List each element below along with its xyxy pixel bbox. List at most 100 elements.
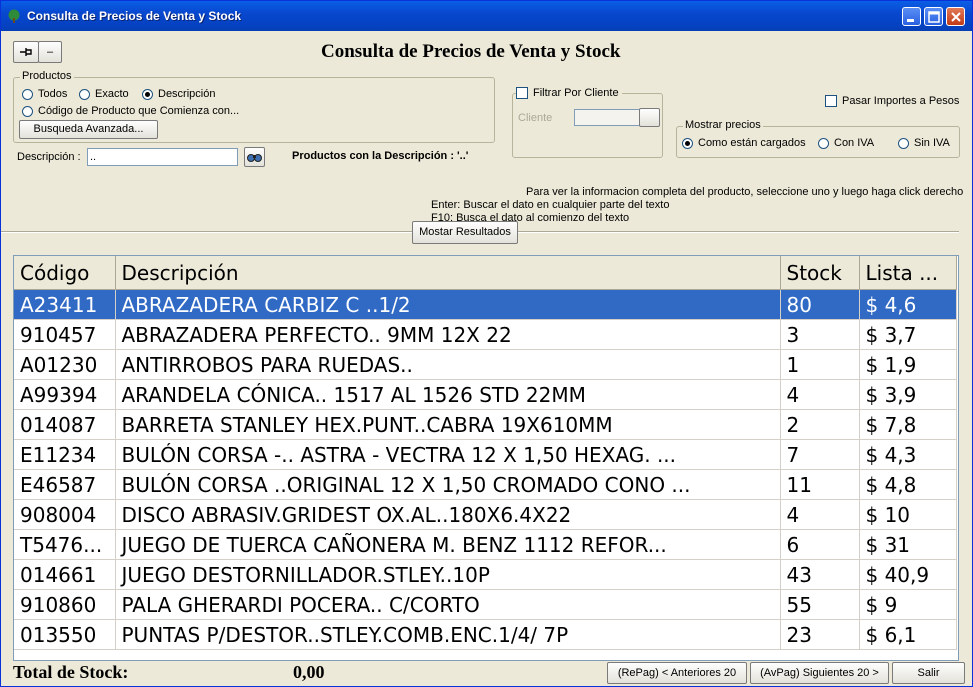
minimize-button[interactable] <box>902 7 921 26</box>
tree-icon <box>8 9 20 23</box>
client-area: – Consulta de Precios de Venta y Stock P… <box>1 31 972 686</box>
page-title: Consulta de Precios de Venta y Stock <box>321 41 621 62</box>
busqueda-avanzada-button[interactable]: Busqueda Avanzada... <box>19 120 158 139</box>
table-row[interactable]: E46587 BULÓN CORSA ..ORIGINAL 12 X 1,50 C… <box>14 469 957 500</box>
salir-button[interactable]: Salir <box>892 662 965 684</box>
cell-codigo: 014661 <box>14 559 116 590</box>
cell-codigo: E46587 <box>14 469 116 500</box>
col-header-lista[interactable]: Lista ... <box>859 256 957 290</box>
pin-icon <box>20 48 32 56</box>
close-button[interactable] <box>946 7 965 26</box>
total-stock-label: Total de Stock: <box>13 662 129 682</box>
cell-stock: 7 <box>780 439 860 470</box>
app-window: Consulta de Precios de Venta y Stock – C… <box>0 0 973 687</box>
col-header-codigo[interactable]: Código <box>14 256 116 290</box>
table-row[interactable]: 014087 BARRETA STANLEY HEX.PUNT..CABRA 19… <box>14 409 957 440</box>
cell-codigo: A23411 <box>14 289 116 320</box>
table-row[interactable]: 910457 ABRAZADERA PERFECTO.. 9MM 12X 22 3 $… <box>14 319 957 350</box>
pin-button[interactable] <box>13 41 39 63</box>
divider <box>1 231 413 233</box>
minus-button[interactable]: – <box>38 41 62 63</box>
cell-descripcion: ABRAZADERA CARBIZ C ..1/2 <box>115 289 781 320</box>
table-row[interactable]: A23411 ABRAZADERA CARBIZ C ..1/2 80 $ 4,6 <box>14 289 957 320</box>
result-description-text: Productos con la Descripción : '..' <box>292 150 469 162</box>
cell-descripcion: ARANDELA CÓNICA.. 1517 AL 1526 STD 22MM <box>115 379 781 410</box>
radio-todos[interactable]: Todos <box>22 88 67 100</box>
cell-codigo: E11234 <box>14 439 116 470</box>
cliente-label: Cliente <box>518 112 553 124</box>
radio-descripcion[interactable]: Descripción <box>142 88 215 100</box>
cell-descripcion: PUNTAS P/DESTOR..STLEY.COMB.ENC.1/4/ 7P <box>115 619 781 650</box>
cell-lista: $ 4,3 <box>859 439 957 470</box>
cell-lista: $ 3,9 <box>859 379 957 410</box>
table-row[interactable]: 908004 DISCO ABRASIV.GRIDEST OX.AL..180X6… <box>14 499 957 530</box>
cell-descripcion: ANTIRROBOS PARA RUEDAS.. <box>115 349 781 380</box>
radio-con-iva[interactable]: Con IVA <box>818 137 874 149</box>
products-grid[interactable]: Código Descripción Stock Lista ... A2341… <box>13 255 959 661</box>
radio-dot <box>22 88 33 100</box>
cell-lista: $ 6,1 <box>859 619 957 650</box>
cell-lista: $ 4,8 <box>859 469 957 500</box>
descripcion-label: Descripción : <box>17 151 81 163</box>
maximize-icon <box>928 11 940 23</box>
title-bar[interactable]: Consulta de Precios de Venta y Stock <box>1 1 972 31</box>
table-header: Código Descripción Stock Lista ... <box>14 256 957 290</box>
maximize-button[interactable] <box>924 7 943 26</box>
cell-stock: 4 <box>780 379 860 410</box>
col-header-stock[interactable]: Stock <box>780 256 860 290</box>
cell-stock: 55 <box>780 589 860 620</box>
radio-dot <box>818 137 829 149</box>
radio-codigo-comienza[interactable]: Código de Producto que Comienza con... <box>22 105 239 117</box>
descripcion-input[interactable]: .. <box>87 148 238 166</box>
cell-lista: $ 40,9 <box>859 559 957 590</box>
table-row[interactable]: A99394 ARANDELA CÓNICA.. 1517 AL 1526 STD… <box>14 379 957 410</box>
cell-stock: 43 <box>780 559 860 590</box>
table-row[interactable]: 910860 PALA GHERARDI POCERA.. C/CORTO 55 $ … <box>14 589 957 620</box>
col-header-descripcion[interactable]: Descripción <box>115 256 781 290</box>
table-row[interactable]: 013550 PUNTAS P/DESTOR..STLEY.COMB.ENC.1/… <box>14 619 957 650</box>
table-row[interactable]: A01230 ANTIRROBOS PARA RUEDAS.. 1 $ 1,9 <box>14 349 957 380</box>
cell-lista: $ 31 <box>859 529 957 560</box>
cell-lista: $ 10 <box>859 499 957 530</box>
filtrar-cliente-checkbox[interactable]: Filtrar Por Cliente <box>516 87 622 99</box>
products-table: Código Descripción Stock Lista ... A2341… <box>14 256 957 650</box>
cell-lista: $ 4,6 <box>859 289 957 320</box>
next-page-button[interactable]: (AvPag) Siguientes 20 > <box>750 662 889 684</box>
cell-descripcion: DISCO ABRASIV.GRIDEST OX.AL..180X6.4X22 <box>115 499 781 530</box>
checkbox-box <box>516 87 528 99</box>
radio-dot <box>79 88 90 100</box>
table-row[interactable]: T5476... JUEGO DE TUERCA CAÑONERA M. BENZ… <box>14 529 957 560</box>
prev-page-button[interactable]: (RePag) < Anteriores 20 <box>607 662 747 684</box>
help-line-2: Enter: Buscar el dato en cualquier parte… <box>431 199 670 211</box>
cell-stock: 80 <box>780 289 860 320</box>
divider <box>518 231 959 233</box>
cell-stock: 23 <box>780 619 860 650</box>
checkbox-box <box>825 95 837 107</box>
cliente-lookup-button[interactable] <box>639 108 660 127</box>
cell-codigo: 014087 <box>14 409 116 440</box>
cell-stock: 4 <box>780 499 860 530</box>
radio-exacto[interactable]: Exacto <box>79 88 129 100</box>
cell-lista: $ 9 <box>859 589 957 620</box>
cell-descripcion: JUEGO DE TUERCA CAÑONERA M. BENZ 1112 RE… <box>115 529 781 560</box>
cell-codigo: T5476... <box>14 529 116 560</box>
cliente-input[interactable] <box>574 109 640 126</box>
close-icon <box>951 12 961 22</box>
radio-como-cargados[interactable]: Como están cargados <box>682 137 806 149</box>
cell-descripcion: BARRETA STANLEY HEX.PUNT..CABRA 19X610MM <box>115 409 781 440</box>
radio-sin-iva[interactable]: Sin IVA <box>898 137 950 149</box>
table-row[interactable]: 014661 JUEGO DESTORNILLADOR.STLEY..10P 43 $… <box>14 559 957 590</box>
pasar-importes-checkbox[interactable]: Pasar Importes a Pesos <box>825 95 959 107</box>
radio-dot <box>898 137 909 149</box>
mostrar-resultados-button[interactable]: Mostar Resultados <box>412 221 518 244</box>
cell-lista: $ 3,7 <box>859 319 957 350</box>
total-stock-value: 0,00 <box>293 662 325 682</box>
window-title: Consulta de Precios de Venta y Stock <box>27 9 242 23</box>
cell-codigo: A99394 <box>14 379 116 410</box>
search-button[interactable] <box>244 147 265 167</box>
table-row[interactable]: E11234 BULÓN CORSA -.. ASTRA - VECTRA 12 … <box>14 439 957 470</box>
cell-codigo: 910860 <box>14 589 116 620</box>
cell-stock: 1 <box>780 349 860 380</box>
binoculars-icon <box>247 154 262 162</box>
cell-codigo: A01230 <box>14 349 116 380</box>
